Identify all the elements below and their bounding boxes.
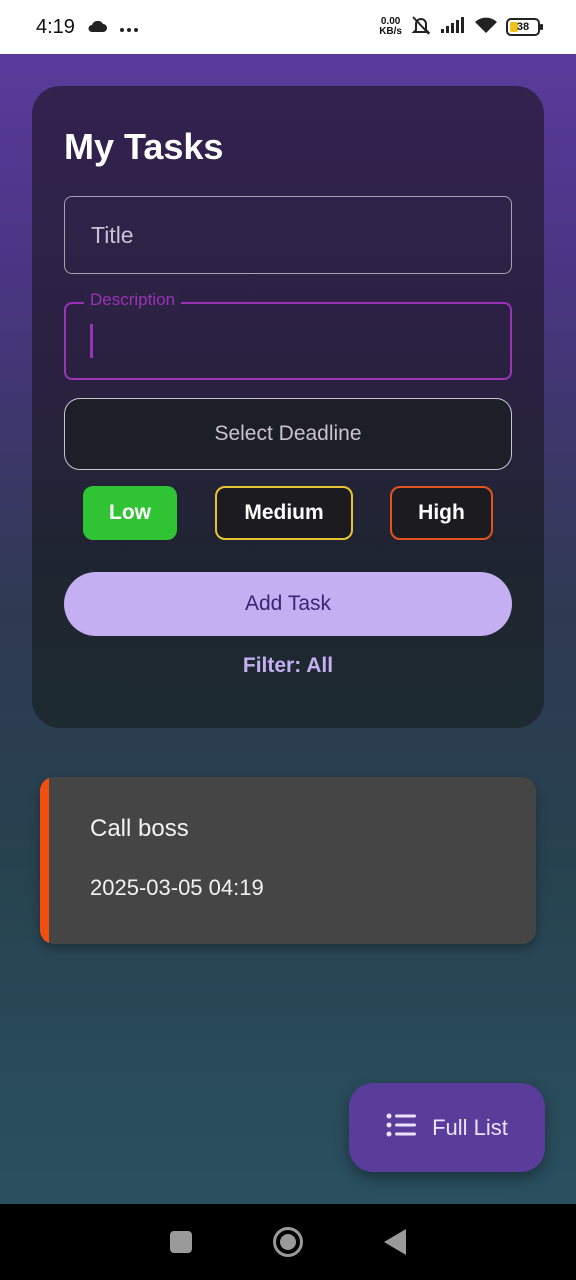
battery-icon: 38 bbox=[506, 18, 543, 36]
list-icon bbox=[386, 1113, 417, 1143]
home-circle-icon[interactable] bbox=[272, 1227, 303, 1257]
netspeed: 0.00 KB/s bbox=[379, 17, 402, 37]
description-label: Description bbox=[84, 290, 182, 310]
recents-square-icon[interactable] bbox=[170, 1231, 193, 1253]
text-cursor bbox=[90, 324, 93, 358]
status-right: 0.00 KB/s 38 bbox=[379, 14, 543, 41]
task-deadline: 2025-03-05 04:19 bbox=[90, 875, 264, 900]
description-input[interactable]: Description bbox=[64, 290, 512, 380]
netspeed-unit: KB/s bbox=[379, 26, 402, 37]
mute-icon bbox=[410, 14, 432, 41]
page-title: My Tasks bbox=[64, 126, 224, 167]
status-time: 4:19 bbox=[36, 15, 75, 38]
navigation-bar bbox=[0, 1204, 576, 1280]
title-placeholder: Title bbox=[91, 221, 134, 248]
select-deadline-button[interactable]: Select Deadline bbox=[64, 398, 512, 470]
priority-accent-bar bbox=[40, 777, 49, 944]
priority-medium-button[interactable]: Medium bbox=[215, 486, 353, 540]
status-left: 4:19 bbox=[36, 16, 139, 39]
add-task-button[interactable]: Add Task bbox=[64, 572, 512, 636]
full-list-label: Full List bbox=[432, 1114, 508, 1140]
battery-level: 38 bbox=[516, 21, 530, 33]
wifi-icon bbox=[474, 16, 498, 39]
cloud-icon bbox=[87, 16, 107, 39]
app-background: My Tasks Title Description Select Deadli… bbox=[0, 54, 576, 1204]
task-form-card: My Tasks Title Description Select Deadli… bbox=[32, 86, 544, 728]
task-card[interactable]: Call boss 2025-03-05 04:19 bbox=[40, 777, 536, 944]
task-title: Call boss bbox=[90, 815, 189, 842]
priority-low-button[interactable]: Low bbox=[83, 486, 177, 540]
back-triangle-icon[interactable] bbox=[383, 1229, 406, 1255]
signal-icon bbox=[440, 16, 466, 39]
priority-high-button[interactable]: High bbox=[390, 486, 493, 540]
status-bar: 4:19 0.00 KB/s 38 bbox=[0, 0, 576, 54]
title-input[interactable]: Title bbox=[64, 196, 512, 274]
full-list-button[interactable]: Full List bbox=[349, 1083, 545, 1172]
filter-toggle[interactable]: Filter: All bbox=[32, 654, 544, 678]
more-dots-icon bbox=[119, 16, 139, 39]
